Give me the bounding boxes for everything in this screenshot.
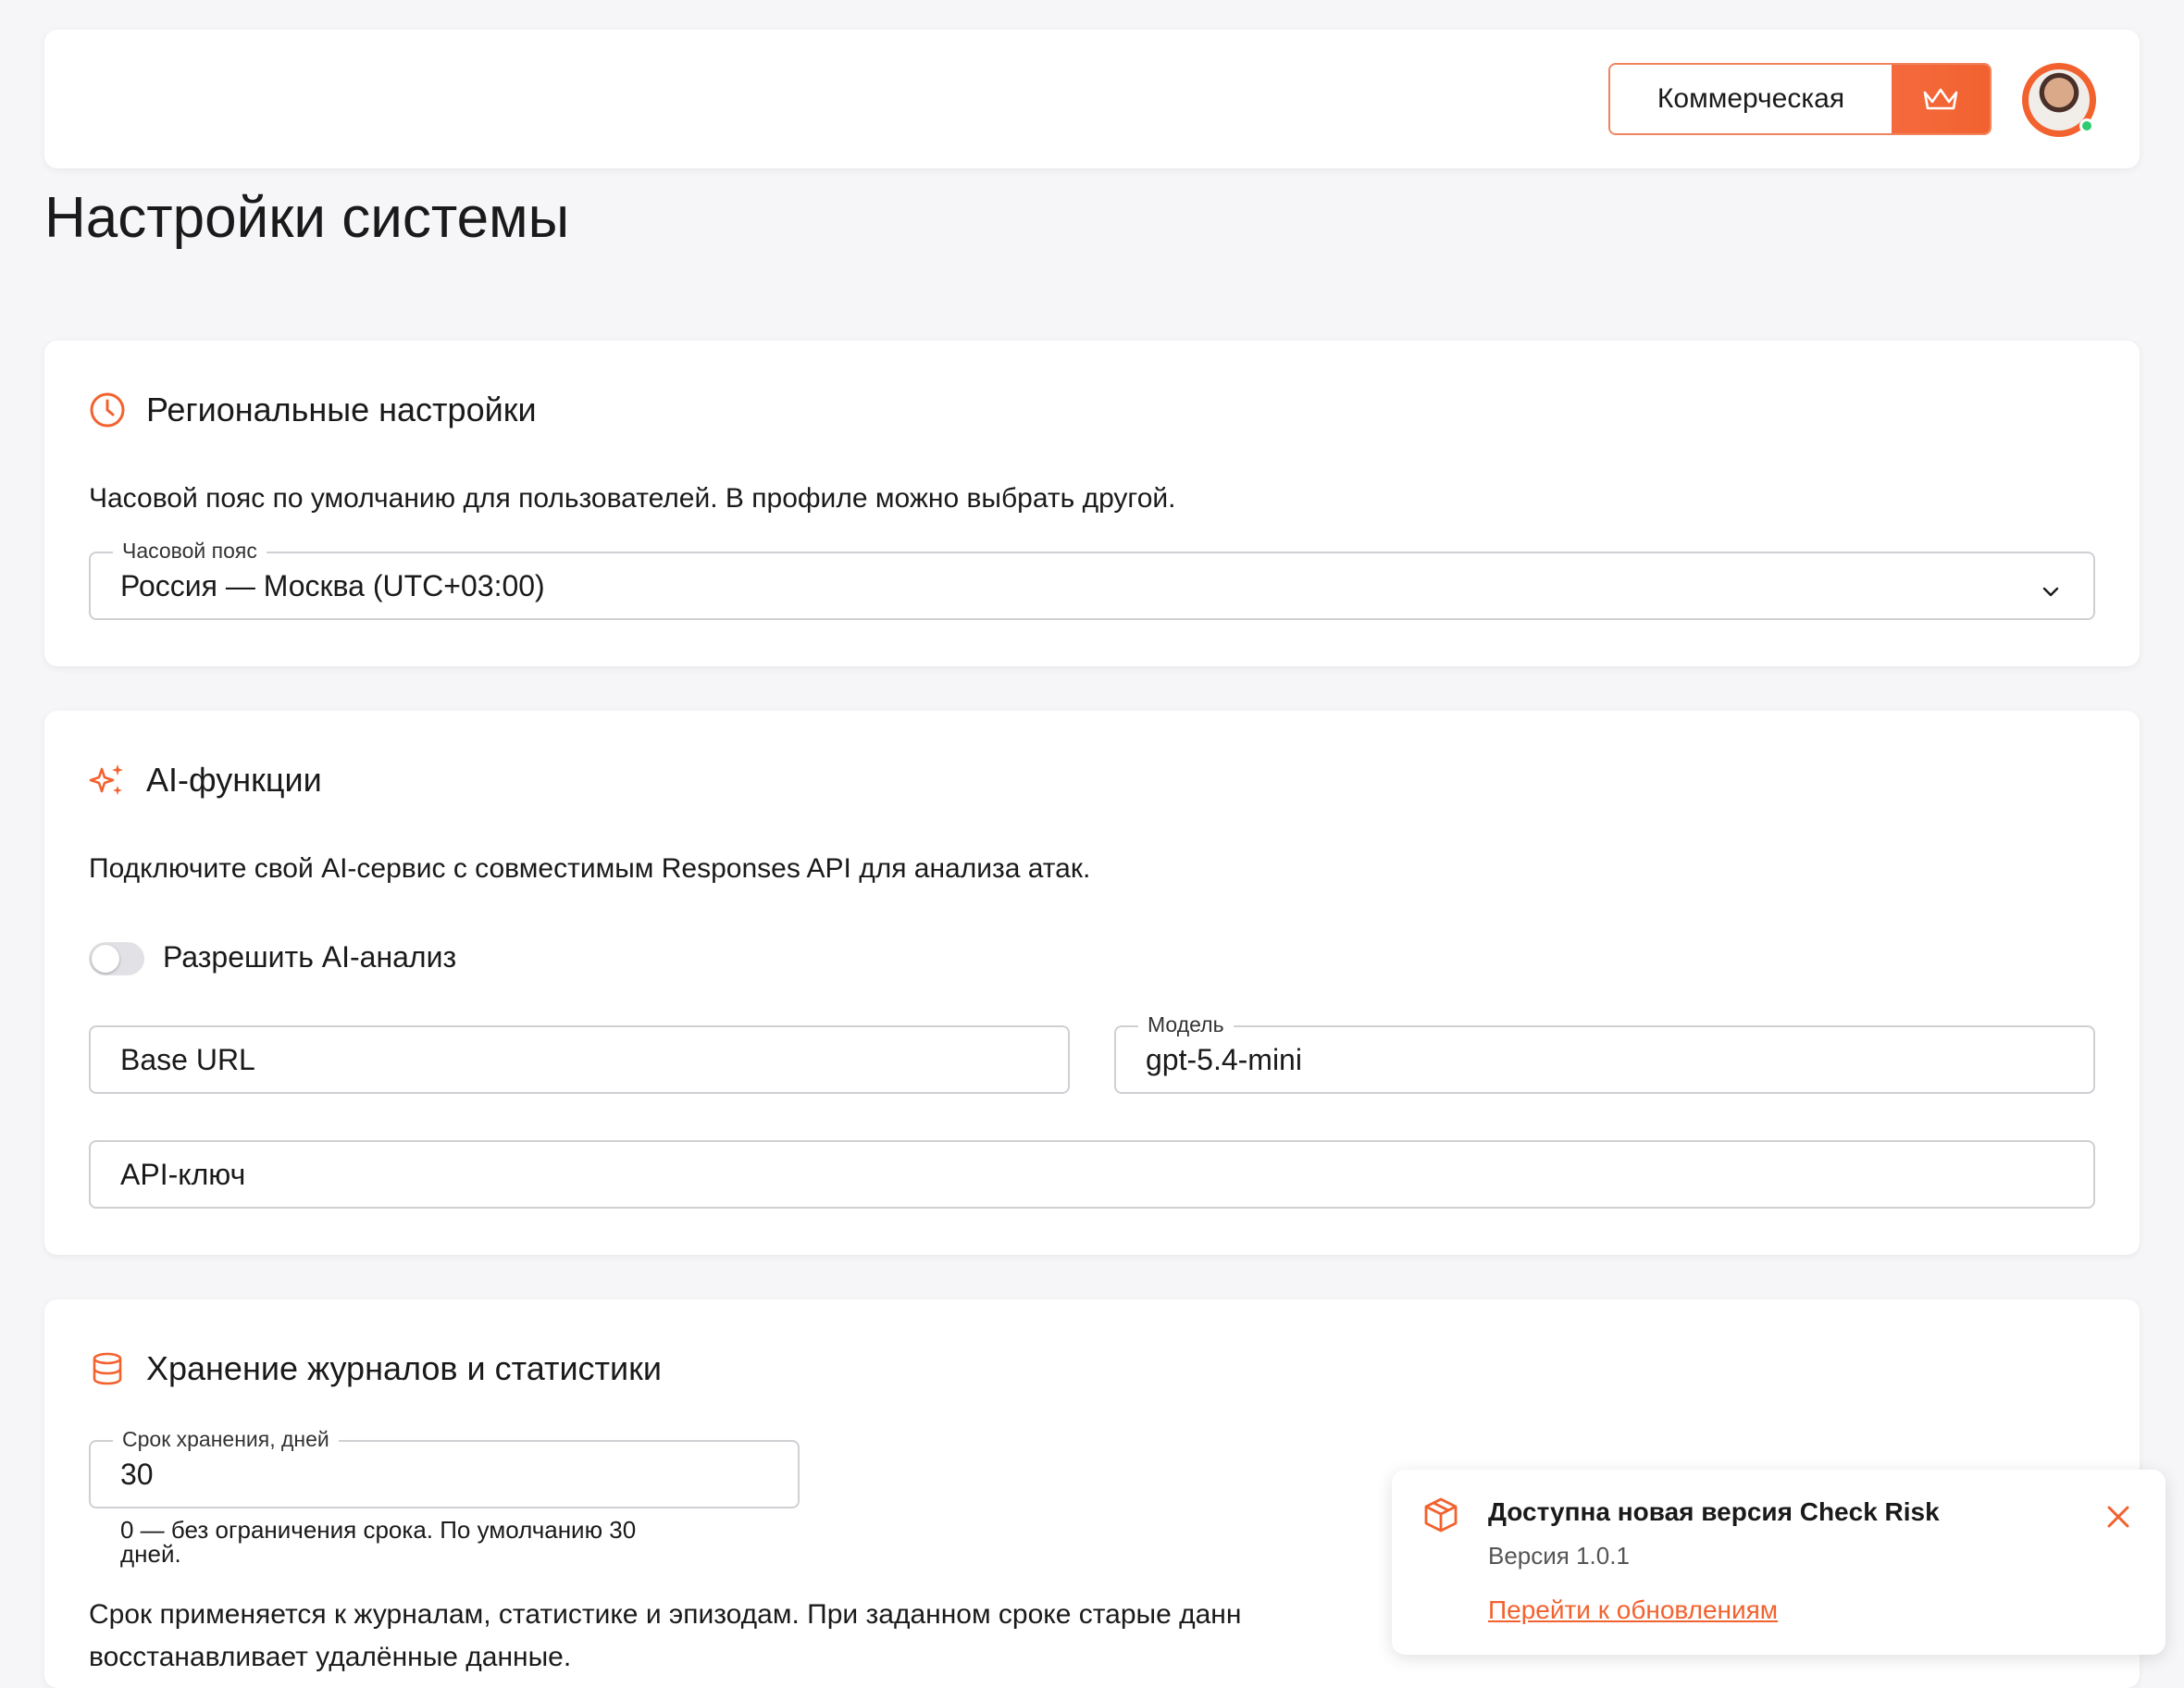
plan-label: Коммерческая <box>1610 65 1892 133</box>
retention-days-input[interactable]: Срок хранения, дней 30 <box>89 1427 800 1508</box>
package-icon <box>1421 1496 1460 1539</box>
api-key-placeholder: API-ключ <box>120 1157 246 1191</box>
retention-days-label: Срок хранения, дней <box>113 1427 339 1452</box>
retention-hint-line-1: 0 — без ограничения срока. По умолчанию … <box>120 1516 637 1544</box>
regional-settings-header: Региональные настройки <box>89 391 537 429</box>
plan-button[interactable]: Коммерческая <box>1608 63 1992 135</box>
chevron-down-icon <box>2040 576 2062 610</box>
ai-analysis-toggle[interactable] <box>89 942 144 975</box>
clock-icon <box>89 391 126 428</box>
storage-header: Хранение журналов и статистики <box>89 1349 662 1388</box>
update-toast: Доступна новая версия Check Risk Версия … <box>1392 1470 2165 1655</box>
toggle-knob <box>92 945 119 973</box>
sparkles-icon <box>89 762 126 799</box>
crown-icon <box>1892 65 1990 133</box>
top-bar: Коммерческая <box>44 30 2140 168</box>
base-url-placeholder: Base URL <box>120 1042 255 1076</box>
api-key-input[interactable]: API-ключ <box>89 1140 2095 1209</box>
timezone-label: Часовой пояс <box>113 539 267 564</box>
ai-analysis-toggle-label: Разрешить AI-анализ <box>163 940 457 974</box>
ai-description: Подключите свой AI-сервис с совместимым … <box>89 853 1091 884</box>
regional-settings-card: Региональные настройки Часовой пояс по у… <box>44 341 2140 666</box>
database-icon <box>89 1350 126 1387</box>
timezone-value: Россия — Москва (UTC+03:00) <box>120 568 545 602</box>
timezone-select[interactable]: Часовой пояс Россия — Москва (UTC+03:00) <box>89 539 2095 620</box>
retention-days-value: 30 <box>120 1457 154 1491</box>
regional-description: Часовой пояс по умолчанию для пользовате… <box>89 483 1176 514</box>
updates-link[interactable]: Перейти к обновлениям <box>1488 1595 1778 1625</box>
model-input[interactable]: Модель gpt-5.4-mini <box>1114 1012 2095 1094</box>
model-value: gpt-5.4-mini <box>1146 1042 1302 1076</box>
storage-note-line-2: восстанавливает удалённые данные. <box>89 1642 572 1672</box>
regional-settings-title: Региональные настройки <box>146 391 537 428</box>
ai-functions-title: AI-функции <box>146 761 322 799</box>
model-label: Модель <box>1138 1012 1234 1037</box>
user-avatar[interactable] <box>2022 63 2096 137</box>
toast-title: Доступна новая версия Check Risk <box>1488 1497 1940 1526</box>
online-status-dot <box>2079 118 2094 133</box>
retention-hint-line-2: дней. <box>120 1540 181 1568</box>
base-url-input[interactable]: Base URL <box>89 1025 1070 1094</box>
ai-functions-card: AI-функции Подключите свой AI-сервис с с… <box>44 711 2140 1255</box>
page-title: Настройки системы <box>44 186 570 250</box>
storage-note-line-1: Срок применяется к журналам, статистике … <box>89 1599 1242 1630</box>
toast-version: Версия 1.0.1 <box>1488 1542 1630 1570</box>
storage-title: Хранение журналов и статистики <box>146 1349 663 1387</box>
ai-functions-header: AI-функции <box>89 761 322 800</box>
close-icon[interactable] <box>2104 1503 2132 1535</box>
